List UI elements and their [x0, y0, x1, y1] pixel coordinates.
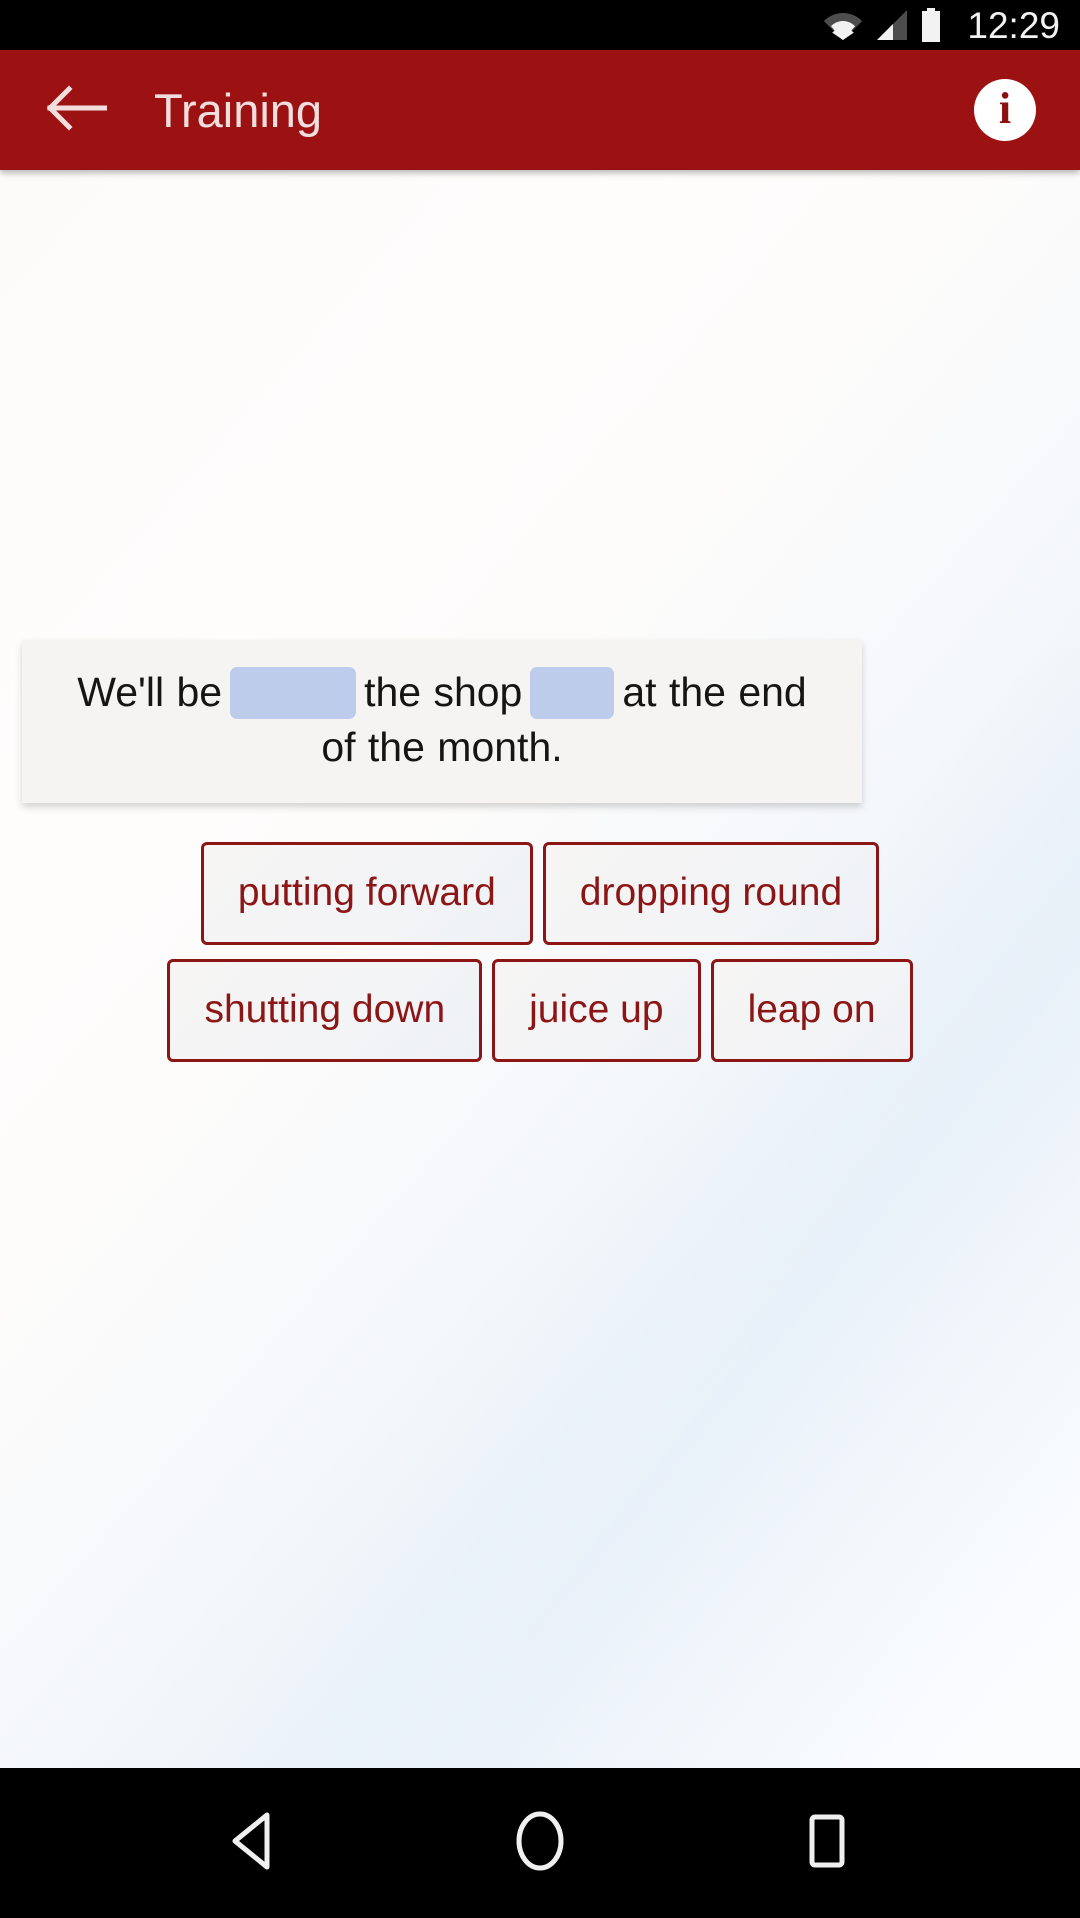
sentence-segment-1: We'll be — [77, 669, 223, 715]
signal-icon — [873, 10, 909, 40]
answer-options: putting forward dropping round shutting … — [0, 842, 1080, 1062]
app-bar: Training i — [0, 50, 1080, 170]
system-navigation-bar — [0, 1768, 1080, 1918]
answer-options-row-2: shutting down juice up leap on — [0, 959, 1080, 1062]
status-bar: 12:29 — [0, 0, 1080, 50]
phone-screen: 12:29 Training i We'll be the shop at the … — [0, 0, 1080, 1918]
option-juice-up[interactable]: juice up — [492, 959, 701, 1062]
page-title: Training — [154, 83, 323, 137]
option-dropping-round[interactable]: dropping round — [542, 842, 880, 945]
nav-back-button[interactable] — [198, 1788, 308, 1898]
nav-home-icon — [513, 1810, 567, 1877]
back-button[interactable] — [44, 77, 110, 143]
answer-blank-2[interactable] — [530, 667, 615, 720]
answer-blank-1[interactable] — [230, 667, 357, 720]
wifi-icon — [824, 10, 863, 40]
status-bar-clock: 12:29 — [967, 4, 1060, 46]
sentence-card: We'll be the shop at the end of the month. — [22, 640, 862, 804]
option-shutting-down[interactable]: shutting down — [167, 959, 483, 1062]
option-putting-forward[interactable]: putting forward — [200, 842, 533, 945]
info-icon: i — [998, 84, 1012, 133]
nav-recents-icon — [803, 1812, 851, 1875]
sentence-text: We'll be the shop at the end of the month. — [56, 666, 828, 773]
sentence-segment-2: the shop — [364, 669, 523, 715]
nav-recents-button[interactable] — [772, 1788, 882, 1898]
back-arrow-icon — [46, 84, 108, 136]
battery-icon — [920, 8, 942, 42]
info-button[interactable]: i — [974, 79, 1036, 141]
option-leap-on[interactable]: leap on — [710, 959, 913, 1062]
answer-options-row-1: putting forward dropping round — [0, 842, 1080, 945]
nav-home-button[interactable] — [485, 1788, 595, 1898]
status-bar-icons: 12:29 — [824, 7, 1060, 44]
exercise-content: We'll be the shop at the end of the month.… — [0, 170, 1080, 1768]
nav-back-icon — [226, 1811, 280, 1876]
